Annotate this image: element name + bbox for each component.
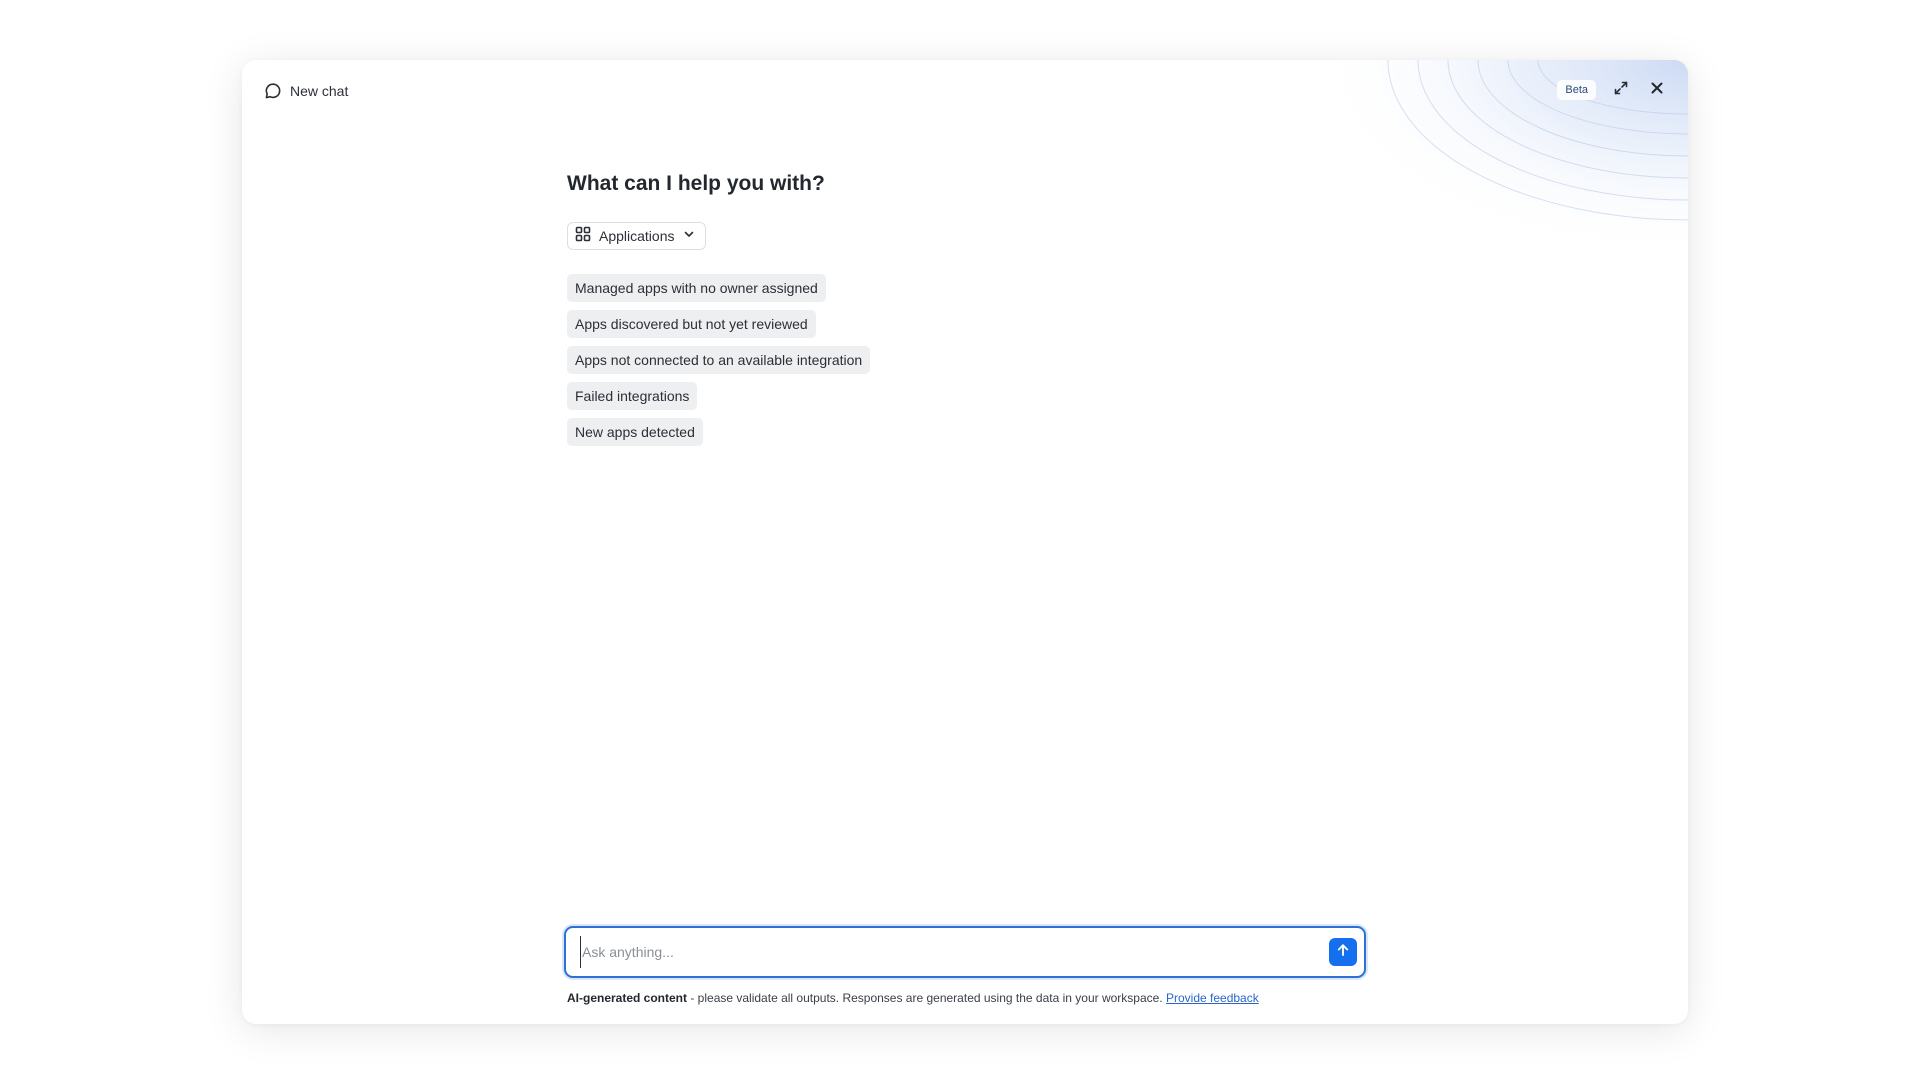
main-content: What can I help you with? Applications M… xyxy=(567,170,1367,446)
suggestion-list: Managed apps with no owner assigned Apps… xyxy=(567,274,1367,446)
beta-badge: Beta xyxy=(1557,80,1596,100)
suggestion-chip[interactable]: Failed integrations xyxy=(567,382,698,410)
ai-disclaimer: AI-generated content - please validate a… xyxy=(567,990,1259,1006)
message-composer xyxy=(564,926,1366,978)
chat-bubble-icon xyxy=(264,82,282,100)
provide-feedback-link[interactable]: Provide feedback xyxy=(1166,991,1259,1005)
new-chat-button[interactable]: New chat xyxy=(264,80,348,102)
disclaimer-bold: AI-generated content xyxy=(567,991,688,1005)
grid-icon xyxy=(575,226,591,247)
arrow-up-icon xyxy=(1336,943,1350,962)
close-icon xyxy=(1650,81,1664,100)
message-input[interactable] xyxy=(580,936,1329,968)
suggestion-chip[interactable]: New apps detected xyxy=(567,418,703,446)
window-controls: Beta xyxy=(1557,78,1668,102)
close-button[interactable] xyxy=(1646,79,1668,101)
page-title: What can I help you with? xyxy=(567,172,825,195)
expand-button[interactable] xyxy=(1610,79,1632,101)
chevron-down-icon xyxy=(683,227,695,245)
category-dropdown[interactable]: Applications xyxy=(567,222,706,250)
new-chat-label: New chat xyxy=(290,83,349,99)
expand-icon xyxy=(1613,80,1629,101)
chat-panel: New chat Beta What can I help you with? … xyxy=(242,60,1688,1024)
send-button[interactable] xyxy=(1329,938,1357,966)
suggestion-chip[interactable]: Apps discovered but not yet reviewed xyxy=(567,310,816,338)
disclaimer-text: - please validate all outputs. Responses… xyxy=(687,991,1166,1005)
suggestion-chip[interactable]: Managed apps with no owner assigned xyxy=(567,274,826,302)
suggestion-chip[interactable]: Apps not connected to an available integ… xyxy=(567,346,871,374)
category-dropdown-value: Applications xyxy=(599,228,675,244)
page: New chat Beta What can I help you with? … xyxy=(0,0,1920,1080)
